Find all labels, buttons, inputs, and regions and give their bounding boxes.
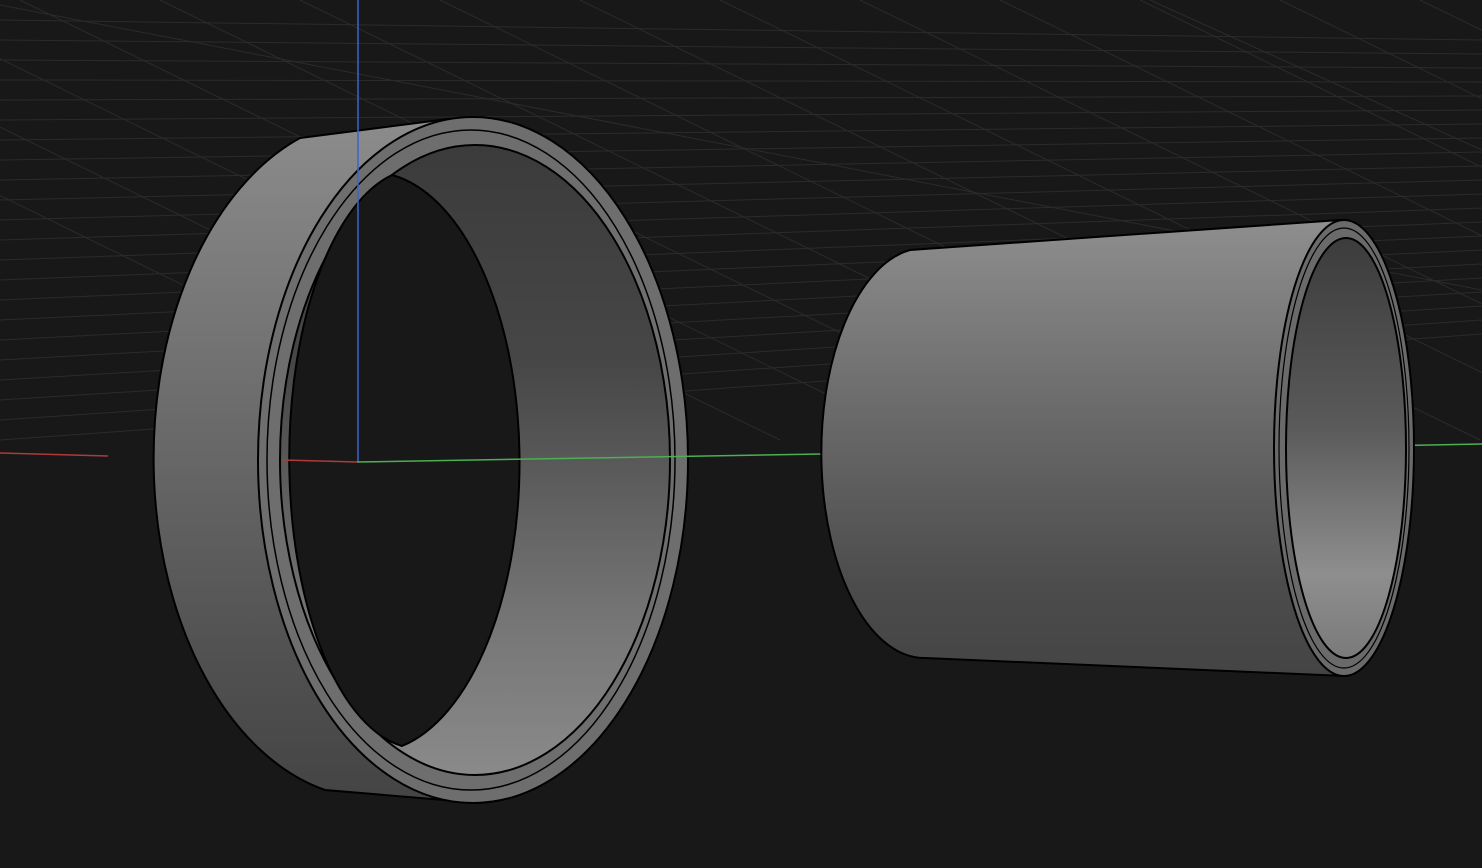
tube-object[interactable] [820,218,1415,678]
3d-viewport[interactable] [0,0,1482,868]
viewport-canvas[interactable] [0,0,1482,868]
ring-object[interactable] [152,116,689,805]
tube-inner-surface [1285,237,1407,659]
